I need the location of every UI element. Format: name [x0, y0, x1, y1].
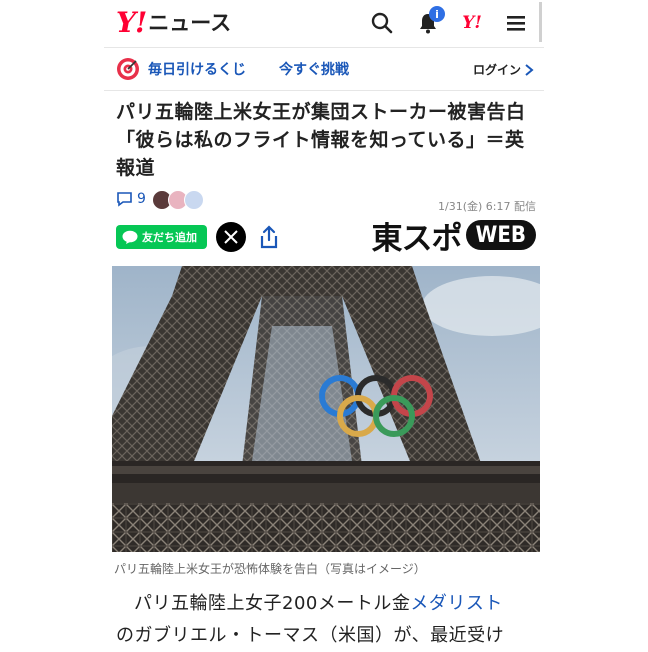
promo-bar[interactable]: 毎日引けるくじ 今すぐ挑戦 ログイン [104, 49, 544, 89]
article-title: パリ五輪陸上米女王が集団ストーカー被害告白「彼らは私のフライト情報を知っている」… [116, 101, 526, 179]
commenter-avatars [152, 190, 204, 210]
body-line-1: パリ五輪陸上女子200メートル金メダリスト [116, 588, 556, 620]
body-text: パリ五輪陸上女子200メートル金 [134, 593, 411, 614]
logo-y: Y! [116, 5, 147, 39]
divider [104, 90, 544, 91]
scroll-edge [539, 2, 542, 42]
comment-icon [117, 192, 132, 207]
promo-lottery-label: 毎日引けるくじ [148, 62, 246, 78]
publisher-web-badge: WEB [465, 220, 536, 250]
logo-news: ニュース [148, 11, 232, 35]
line-button-label: 友だち追加 [142, 231, 197, 244]
medalist-link[interactable]: メダリスト [410, 593, 503, 614]
yahoo-mini-logo: Y! [462, 13, 482, 33]
publisher-logo[interactable]: 東スポ WEB [372, 216, 536, 257]
app-header: Y! ニュース i Y! [104, 0, 544, 46]
share-icon[interactable] [254, 222, 284, 252]
notification-badge: i [429, 6, 445, 22]
comments-link[interactable]: 9 [116, 191, 146, 207]
bell-icon[interactable]: i [414, 6, 445, 37]
eiffel-tower-olympic-rings-image [112, 266, 540, 552]
avatar [184, 190, 204, 210]
divider [104, 47, 544, 48]
login-label: ログイン [472, 63, 521, 77]
line-icon [122, 230, 138, 244]
chevron-right-icon [525, 63, 534, 76]
article-page: Y! ニュース i Y! 毎日引けるくじ 今すぐ挑戦 ログイン パリ五輪陸上米女… [104, 0, 544, 648]
article-body: パリ五輪陸上女子200メートル金メダリスト のガブリエル・トーマス（米国）が、最… [116, 588, 556, 652]
photo-caption: パリ五輪陸上米女王が恐怖体験を告白（写真はイメージ） [114, 562, 426, 576]
menu-icon[interactable] [502, 9, 530, 37]
yahoo-account-icon[interactable]: Y! [458, 9, 486, 37]
promo-challenge-link[interactable]: 今すぐ挑戦 [279, 59, 349, 79]
x-share-icon[interactable] [216, 222, 246, 252]
comment-count: 9 [137, 191, 146, 207]
search-icon[interactable] [368, 9, 396, 37]
article-photo[interactable] [112, 266, 540, 552]
target-icon [117, 58, 139, 80]
line-add-friend-button[interactable]: 友だち追加 [116, 225, 207, 249]
login-link[interactable]: ログイン [473, 61, 534, 78]
publisher-name: 東スポ [371, 220, 463, 257]
body-line-2: のガブリエル・トーマス（米国）が、最近受け [116, 625, 505, 646]
yahoo-news-logo[interactable]: Y! ニュース [116, 5, 232, 39]
